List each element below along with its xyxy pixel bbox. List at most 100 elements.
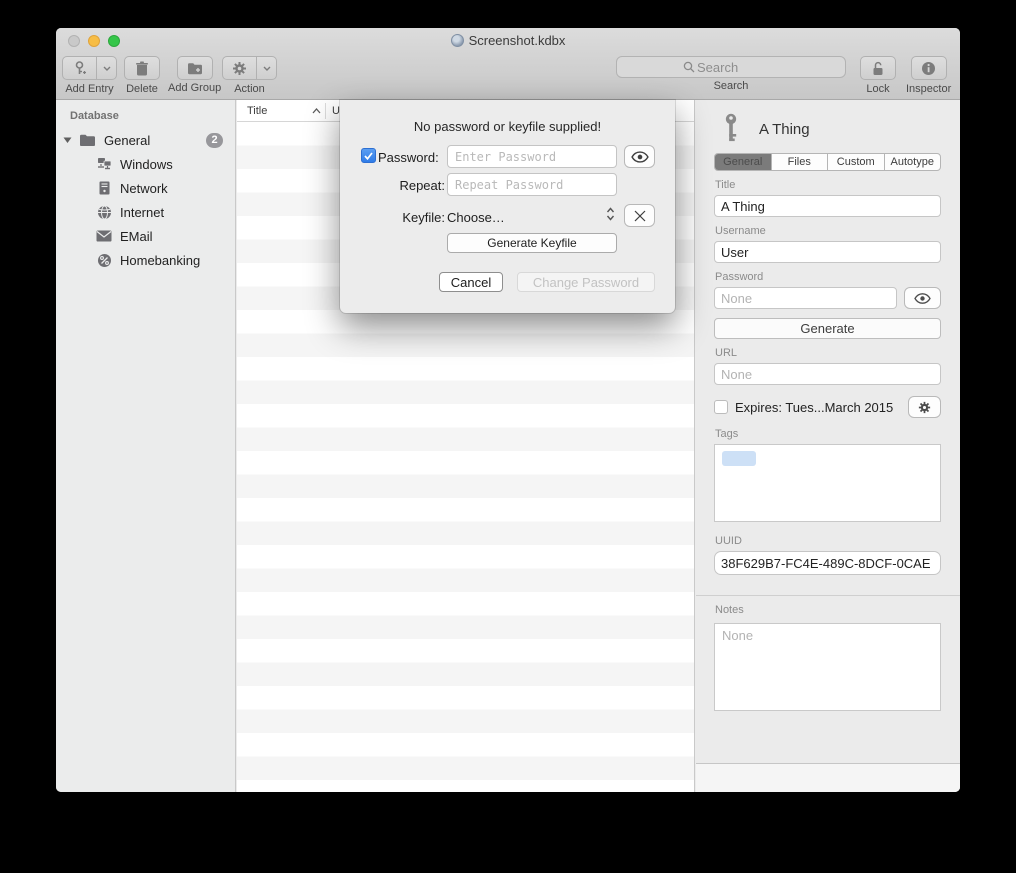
tags-field-label: Tags [715,428,941,440]
search-icon [683,61,695,73]
cancel-button[interactable]: Cancel [439,272,503,292]
notes-field[interactable] [714,623,941,711]
tag-pill[interactable] [722,451,756,466]
gear-icon [232,61,247,76]
sidebar-section-header: Database [70,110,235,122]
sheet-message: No password or keyfile supplied! [340,119,675,134]
action-button[interactable] [222,56,257,80]
inspector-label: Inspector [906,83,951,95]
disclosure-triangle-icon[interactable] [63,136,75,144]
uuid-field[interactable] [714,551,941,575]
group-label: EMail [120,229,153,244]
generate-password-button[interactable]: Generate [714,318,941,339]
info-icon [921,61,936,76]
generate-keyfile-button[interactable]: Generate Keyfile [447,233,617,253]
username-field-label: Username [715,225,941,237]
trash-icon [135,61,149,76]
password-checkbox[interactable] [361,148,376,163]
group-label: General [104,133,150,148]
search-input[interactable] [697,60,837,75]
tab-general[interactable]: General [715,154,772,170]
globe-icon [95,205,113,220]
titlebar: Screenshot.kdbx [56,28,960,54]
inspector-panel: A Thing General Files Custom Autotype Ti… [696,100,960,792]
checkmark-icon [364,152,373,160]
action-label: Action [222,83,277,95]
sidebar-item-email[interactable]: EMail [56,224,235,248]
add-group-label: Add Group [168,82,221,94]
entry-header: A Thing [714,112,941,146]
title-field[interactable] [714,195,941,217]
search-group: Search [616,56,846,92]
close-x-icon [634,210,646,222]
group-label: Network [120,181,168,196]
repeat-password-input[interactable] [447,173,617,196]
folder-icon [79,133,96,147]
add-group-button[interactable] [177,56,213,80]
add-entry-dropdown[interactable] [97,56,117,80]
sort-ascending-icon [312,108,321,114]
column-header-username[interactable]: U [326,105,340,117]
sidebar-item-internet[interactable]: Internet [56,200,235,224]
lock-open-icon [871,61,885,76]
add-entry-group: Add Entry [62,56,117,95]
search-label: Search [616,80,846,92]
app-window: Screenshot.kdbx Add Ent [56,28,960,792]
tab-autotype[interactable]: Autotype [885,154,941,170]
username-field[interactable] [714,241,941,263]
sidebar: Database General 2 Windows Network [56,100,236,792]
group-label: Internet [120,205,164,220]
enter-password-input[interactable] [447,145,617,168]
reveal-password-button[interactable] [904,287,941,309]
percent-icon [95,253,113,268]
notes-field-label: Notes [715,604,941,616]
key-plus-icon [72,61,87,76]
inspector-divider [696,595,960,596]
lock-button[interactable] [860,56,896,80]
delete-button[interactable] [124,56,160,80]
inspector-button[interactable] [911,56,947,80]
password-field[interactable] [714,287,897,309]
action-dropdown[interactable] [257,56,277,80]
tab-files[interactable]: Files [772,154,829,170]
keyfile-label: Keyfile: [340,210,445,225]
repeat-label: Repeat: [340,178,445,193]
gear-icon [918,401,931,414]
eye-icon [914,293,931,304]
sidebar-item-windows[interactable]: Windows [56,152,235,176]
chevron-down-icon [263,66,271,71]
clear-keyfile-button[interactable] [624,204,655,227]
entry-count-badge: 2 [206,133,223,148]
sidebar-item-homebanking[interactable]: Homebanking [56,248,235,272]
expires-checkbox[interactable] [714,400,728,414]
show-password-button[interactable] [624,145,655,168]
entry-title: A Thing [759,121,810,138]
tags-box[interactable] [714,444,941,522]
inspector-tabs: General Files Custom Autotype [714,153,941,171]
keyfile-popup[interactable]: Choose… [447,210,505,225]
password-field-label: Password [715,271,941,283]
title-field-label: Title [715,179,941,191]
lock-group: Lock [860,56,896,95]
column-header-title[interactable]: Title [237,105,325,117]
change-password-button[interactable]: Change Password [517,272,655,292]
add-entry-button[interactable] [62,56,97,80]
search-field[interactable] [616,56,846,78]
eye-icon [631,151,649,163]
delete-label: Delete [124,83,160,95]
delete-group: Delete [124,56,160,95]
url-field[interactable] [714,363,941,385]
stepper-icon[interactable] [606,207,615,221]
inspector-group: Inspector [906,56,951,95]
toolbar: Add Entry Delete Add Group [56,54,960,100]
inspector-footer [696,763,960,792]
sidebar-item-general[interactable]: General 2 [56,128,235,152]
window-title: Screenshot.kdbx [56,33,960,48]
chevron-down-icon [103,66,111,71]
sidebar-item-network[interactable]: Network [56,176,235,200]
window-chrome: Screenshot.kdbx Add Ent [56,28,960,100]
expires-row: Expires: Tues...March 2015 [714,396,941,418]
tab-custom[interactable]: Custom [828,154,885,170]
lock-label: Lock [860,83,896,95]
expires-options-button[interactable] [908,396,941,418]
